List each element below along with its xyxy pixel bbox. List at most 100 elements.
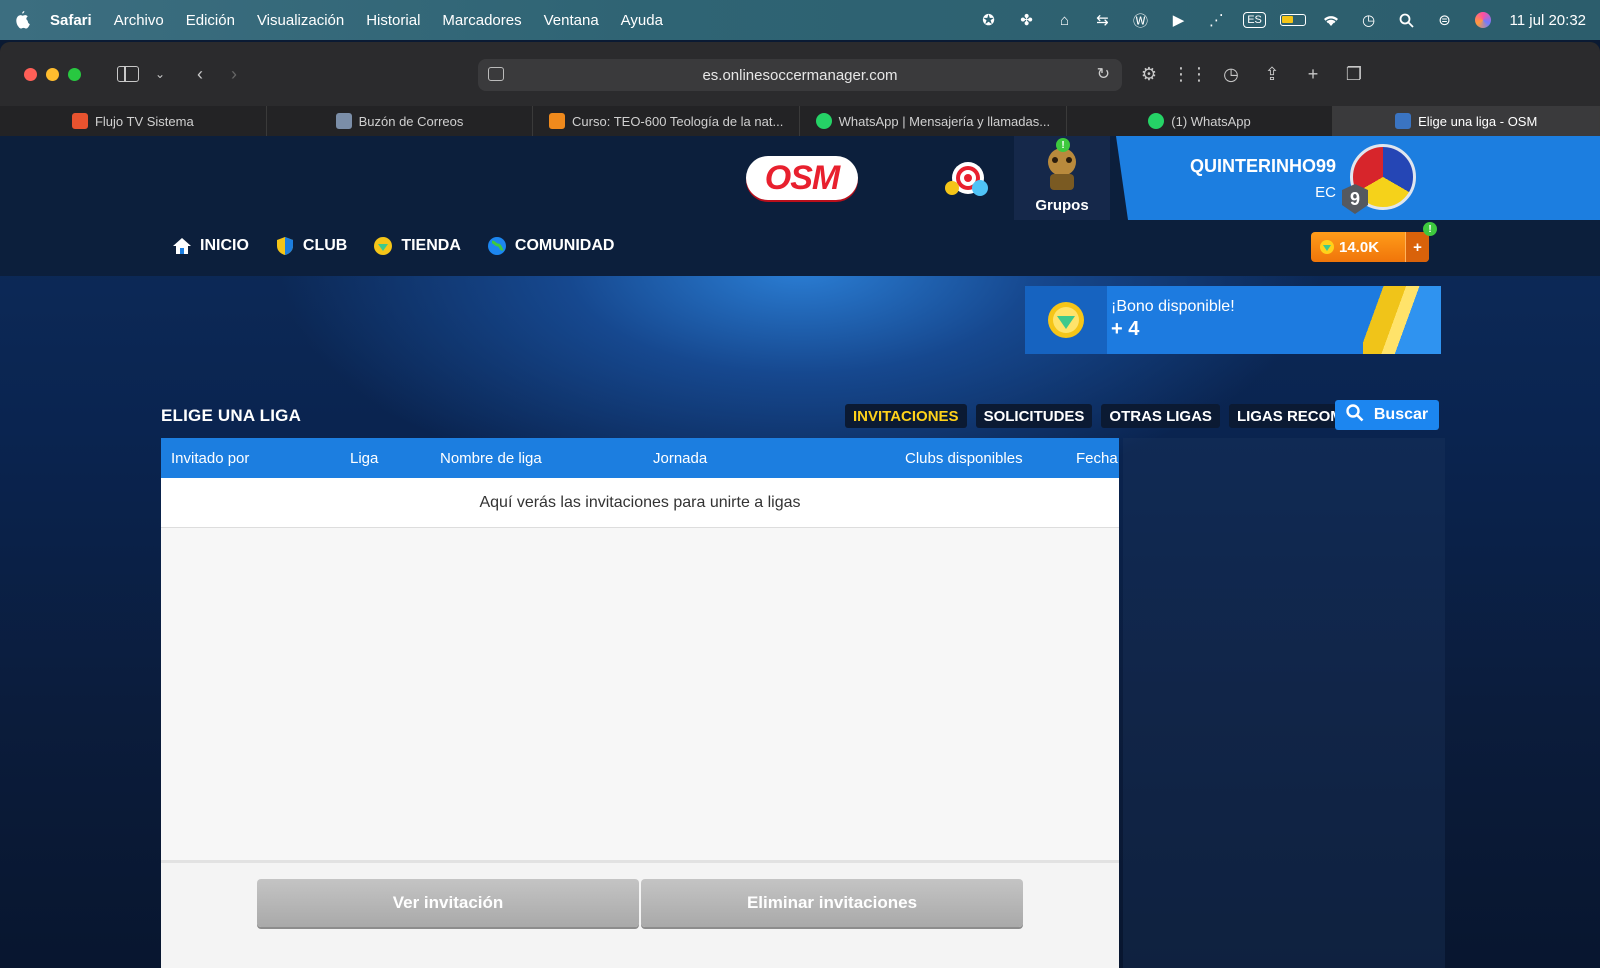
cast-icon[interactable]: ⌂ — [1046, 0, 1084, 40]
flujo-tv-favicon-icon — [71, 113, 88, 129]
play-icon[interactable]: ▶ — [1160, 0, 1198, 40]
nav-club[interactable]: CLUB — [275, 236, 347, 256]
menu-archivo[interactable]: Archivo — [114, 12, 164, 29]
tab-otras-ligas[interactable]: OTRAS LIGAS — [1101, 404, 1220, 428]
coins-balance-button[interactable]: 14.0K + ! — [1311, 222, 1437, 262]
address-url: es.onlinesoccermanager.com — [702, 66, 898, 84]
menu-historial[interactable]: Historial — [366, 12, 420, 29]
accessibility-icon[interactable]: ✪ — [970, 0, 1008, 40]
groups-alert-badge: ! — [1056, 138, 1070, 152]
coin-icon — [1319, 239, 1335, 259]
nav-tienda[interactable]: TIENDA — [373, 236, 461, 256]
spotlight-search-icon[interactable] — [1388, 0, 1426, 40]
invitations-table: Invitado por Liga Nombre de liga Jornada… — [161, 438, 1119, 968]
grid-icon[interactable]: ⋮⋮ — [1172, 59, 1208, 89]
tab-buzon[interactable]: Buzón de Correos — [267, 106, 534, 136]
side-panel — [1123, 438, 1445, 968]
search-button[interactable]: Buscar — [1335, 400, 1439, 430]
status-area: ✪ ✤ ⌂ ⇆ Ⓦ ▶ ⋰ ES ◷ ⊜ 11 jul 20:32 — [970, 0, 1586, 40]
moodle-favicon-icon — [549, 113, 566, 129]
empty-state-message: Aquí verás las invitaciones para unirte … — [161, 478, 1119, 528]
window-controls — [24, 67, 81, 81]
col-jornada[interactable]: Jornada — [653, 450, 707, 467]
menu-app-name[interactable]: Safari — [50, 12, 92, 29]
nav-inicio-label: INICIO — [200, 237, 249, 254]
bonus-banner[interactable]: ¡Bono disponible! + 4 — [1025, 286, 1441, 354]
add-coins-button[interactable]: + — [1405, 232, 1429, 262]
bonus-text: ¡Bono disponible! + 4 — [1111, 298, 1235, 341]
tab-solicitudes[interactable]: SOLICITUDES — [975, 404, 1093, 428]
tab-whatsapp[interactable]: (1) WhatsApp — [1067, 106, 1334, 136]
gear-icon[interactable]: ⚙ — [1132, 59, 1166, 89]
tab-label: (1) WhatsApp — [1171, 113, 1251, 129]
target-icon[interactable] — [940, 160, 992, 200]
tab-label: Buzón de Correos — [358, 113, 464, 129]
input-source-label: ES — [1243, 12, 1266, 28]
bonus-value: + 4 — [1111, 318, 1140, 340]
page-menu-icon[interactable] — [488, 67, 504, 81]
osm-logo[interactable]: OSM — [746, 156, 858, 200]
tab-invitaciones[interactable]: INVITACIONES — [845, 404, 967, 428]
history-icon[interactable]: ◷ — [1214, 59, 1248, 89]
tab-curso[interactable]: Curso: TEO-600 Teología de la nat... — [533, 106, 801, 136]
maximize-window-button[interactable] — [68, 67, 81, 81]
menu-bar: Safari Archivo Edición Visualización His… — [0, 0, 1600, 40]
control-center-icon[interactable]: ⊜ — [1426, 0, 1464, 40]
menu-ayuda[interactable]: Ayuda — [621, 12, 663, 29]
shield-icon — [275, 236, 295, 256]
close-window-button[interactable] — [24, 67, 37, 81]
col-fecha[interactable]: Fecha — [1076, 450, 1118, 467]
pinwheel-icon[interactable]: ✤ — [1008, 0, 1046, 40]
tab-overview-icon[interactable]: ❐ — [1337, 59, 1371, 89]
col-liga[interactable]: Liga — [350, 450, 378, 467]
country-code: EC — [1315, 184, 1336, 201]
coins-alert-badge: ! — [1423, 222, 1437, 236]
col-nombre-liga[interactable]: Nombre de liga — [440, 450, 542, 467]
share-icon[interactable]: ⇪ — [1255, 59, 1289, 89]
time-machine-icon[interactable]: ◷ — [1350, 0, 1388, 40]
apple-menu-icon[interactable] — [14, 11, 32, 29]
level-badge: 9 — [1342, 184, 1368, 214]
w-app-icon[interactable]: Ⓦ — [1122, 0, 1160, 40]
dots-icon[interactable]: ⋰ — [1198, 0, 1236, 40]
menu-clock[interactable]: 11 jul 20:32 — [1510, 12, 1586, 29]
forward-icon[interactable]: › — [217, 59, 251, 89]
menu-marcadores[interactable]: Marcadores — [442, 12, 521, 29]
nav-inicio[interactable]: INICIO — [172, 236, 249, 256]
yahoo-favicon-icon — [335, 113, 352, 129]
chevron-down-icon[interactable]: ⌄ — [143, 59, 177, 89]
menu-ventana[interactable]: Ventana — [544, 12, 599, 29]
address-bar[interactable]: es.onlinesoccermanager.com ↻ — [478, 59, 1122, 91]
tab-bar: Flujo TV Sistema Buzón de Correos Curso:… — [0, 106, 1600, 136]
profile-panel[interactable]: QUINTERINHO99 EC 9 — [1116, 136, 1600, 220]
menu-visualizacion[interactable]: Visualización — [257, 12, 344, 29]
search-icon — [1346, 403, 1364, 427]
reload-icon[interactable]: ↻ — [1097, 64, 1110, 84]
minimize-window-button[interactable] — [46, 67, 59, 81]
sidebar-toggle-icon[interactable] — [117, 66, 139, 82]
tab-label: Flujo TV Sistema — [94, 113, 194, 129]
menu-edicion[interactable]: Edición — [186, 12, 235, 29]
osm-page: OSM ! Grupos QUINTERINHO99 EC 9 INICIO C… — [0, 136, 1600, 968]
tab-flujo-tv[interactable]: Flujo TV Sistema — [0, 106, 267, 136]
new-tab-icon[interactable]: + — [1296, 59, 1330, 89]
tab-whatsapp-web[interactable]: WhatsApp | Mensajería y llamadas... — [800, 106, 1067, 136]
col-invitado-por[interactable]: Invitado por — [171, 450, 249, 467]
wifi-icon[interactable] — [1312, 0, 1350, 40]
back-icon[interactable]: ‹ — [183, 59, 217, 89]
view-invitation-button[interactable]: Ver invitación — [257, 879, 639, 927]
input-source-icon[interactable]: ES — [1236, 0, 1274, 40]
whatsapp-favicon-icon — [1148, 113, 1165, 129]
search-label: Buscar — [1373, 406, 1429, 423]
tab-osm[interactable]: Elige una liga - OSM — [1333, 106, 1600, 136]
col-clubs-disponibles[interactable]: Clubs disponibles — [905, 450, 1023, 467]
siri-icon[interactable] — [1464, 0, 1502, 40]
groups-button[interactable]: ! Grupos — [1014, 136, 1110, 220]
nav-club-label: CLUB — [302, 237, 348, 254]
sync-icon[interactable]: ⇆ — [1084, 0, 1122, 40]
nav-comunidad[interactable]: COMUNIDAD — [487, 236, 614, 256]
table-header: Invitado por Liga Nombre de liga Jornada… — [161, 438, 1119, 478]
delete-invitations-button[interactable]: Eliminar invitaciones — [641, 879, 1023, 927]
browser-toolbar: ⌄ ‹ › es.onlinesoccermanager.com ↻ ⚙ ⋮⋮ … — [0, 42, 1600, 106]
battery-icon[interactable] — [1274, 0, 1312, 40]
